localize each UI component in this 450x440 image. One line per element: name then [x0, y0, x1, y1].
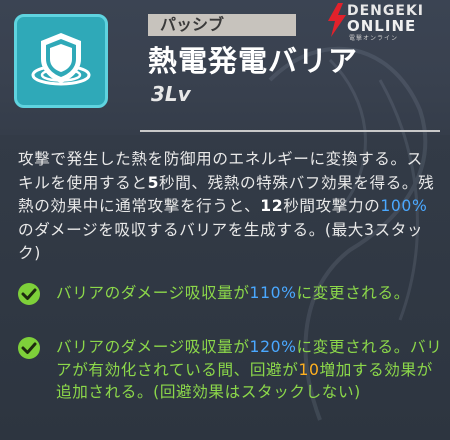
upgrade-absorb-percent: 120%: [249, 338, 297, 356]
upgrade-text-part: バリアのダメージ吸収量が: [56, 284, 250, 302]
checkmark-icon: [18, 283, 40, 305]
desc-duration-value: 5: [147, 173, 160, 192]
upgrade-absorb-percent: 110%: [249, 284, 297, 302]
upgrade-evasion-value: 10: [298, 360, 320, 379]
upgrade-text: バリアのダメージ吸収量が110%に変更される。: [56, 282, 446, 305]
skill-name: 熱電発電バリア: [148, 44, 359, 78]
desc-absorb-percent: 100%: [380, 197, 428, 216]
desc-text: 秒間攻撃力の: [283, 197, 381, 216]
skill-type-tag: パッシブ: [148, 14, 296, 36]
upgrade-text-part: に変更される。: [296, 284, 410, 302]
desc-text: のダメージを吸収するバリアを生成する。(最大3スタック): [18, 220, 424, 263]
desc-barrier-duration-value: 12: [260, 197, 284, 216]
dengeki-online-logo: DENGEKI ONLINE 電撃オンライン: [326, 2, 450, 42]
upgrade-text-part: バリアのダメージ吸収量が: [56, 338, 250, 356]
lightning-bolt-icon: [328, 3, 346, 37]
checkmark-icon: [18, 337, 40, 359]
upgrade-text: バリアのダメージ吸収量が120%に変更される。バリアが有効化されている間、回避が…: [56, 336, 446, 404]
skill-level: 3Lv: [151, 82, 191, 106]
skill-description: 攻撃で発生した熱を防御用のエネルギーに変換する。スキルを使用すると5秒間、残熱の…: [18, 148, 438, 266]
header-divider: [140, 130, 440, 132]
shield-barrier-icon: [14, 14, 108, 108]
